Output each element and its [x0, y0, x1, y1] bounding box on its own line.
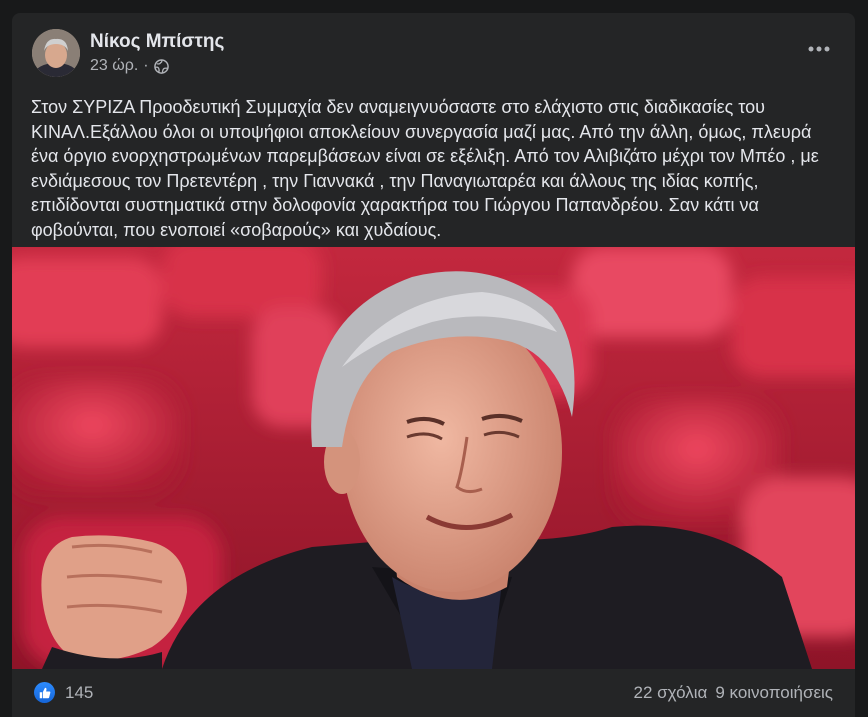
engagement-counts: 22 σχόλια 9 κοινοποιήσεις	[634, 683, 833, 703]
avatar[interactable]	[32, 29, 80, 77]
reaction-count[interactable]: 145	[65, 683, 93, 703]
post-meta: 23 ώρ. ·	[90, 57, 169, 75]
post-footer: 145 22 σχόλια 9 κοινοποιήσεις	[12, 669, 855, 717]
shares-count[interactable]: 9 κοινοποιήσεις	[715, 683, 833, 703]
more-options-button[interactable]	[805, 39, 833, 59]
more-horizontal-icon	[808, 46, 830, 52]
author-name[interactable]: Νίκος Μπίστης	[90, 31, 224, 53]
meta-separator: ·	[143, 57, 149, 74]
post-time[interactable]: 23 ώρ.	[90, 57, 138, 75]
post-card: Νίκος Μπίστης 23 ώρ. · Στον ΣΥΡΙΖΑ Προοδ…	[12, 13, 855, 717]
post-text: Στον ΣΥΡΙΖΑ Προοδευτική Συμμαχία δεν ανα…	[31, 97, 819, 240]
globe-icon	[153, 58, 169, 74]
comments-count[interactable]: 22 σχόλια	[634, 683, 708, 703]
post-photo[interactable]	[12, 247, 855, 669]
like-icon[interactable]	[34, 682, 55, 703]
post-header: Νίκος Μπίστης 23 ώρ. ·	[12, 13, 855, 83]
